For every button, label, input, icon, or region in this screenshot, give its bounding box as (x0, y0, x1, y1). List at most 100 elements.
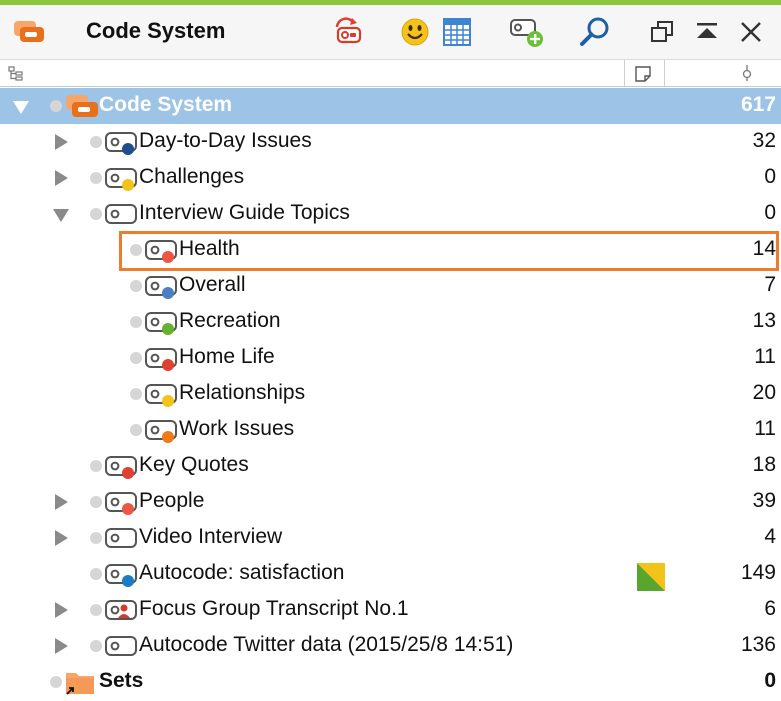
code-row[interactable]: Focus Group Transcript No.1 6 (0, 592, 781, 628)
search-button[interactable] (576, 13, 614, 51)
document-group-code-icon (104, 598, 138, 624)
expand-toggle-icon[interactable] (55, 134, 68, 150)
code-label: Relationships (179, 381, 306, 404)
code-icon (104, 634, 138, 660)
activation-dot[interactable] (90, 172, 102, 184)
activation-dot[interactable] (130, 244, 142, 256)
expand-toggle-icon[interactable] (55, 602, 68, 618)
code-count: 32 (752, 129, 776, 152)
close-icon (741, 22, 761, 42)
activation-dot[interactable] (50, 676, 62, 688)
code-row[interactable]: Autocode Twitter data (2015/25/8 14:51) 1… (0, 628, 781, 664)
collapse-toggle-icon[interactable] (53, 209, 69, 222)
activation-dot[interactable] (90, 568, 102, 580)
collapse-up-icon (697, 23, 717, 38)
expand-toggle-icon[interactable] (55, 638, 68, 654)
activate-codes-button[interactable] (329, 13, 367, 51)
tree-sets-count: 0 (764, 669, 776, 692)
code-row[interactable]: Work Issues 11 (0, 412, 781, 448)
code-icon (144, 274, 178, 300)
code-count: 20 (752, 381, 776, 404)
code-row[interactable]: Autocode: satisfaction 149 (0, 556, 781, 592)
code-row[interactable]: Recreation 13 (0, 304, 781, 340)
code-count: 7 (764, 273, 776, 296)
memo-column-icon[interactable] (634, 65, 652, 83)
code-icon (104, 526, 138, 552)
undock-window-icon (651, 21, 673, 42)
code-system-icon (64, 92, 98, 118)
code-count: 18 (752, 453, 776, 476)
code-label: Overall (179, 273, 246, 296)
code-matrix-icon (443, 18, 471, 46)
code-count: 14 (752, 237, 776, 260)
code-label: Home Life (179, 345, 275, 368)
tree-sets-row[interactable]: Sets 0 (0, 664, 781, 700)
activation-dot[interactable] (90, 532, 102, 544)
code-row[interactable]: Interview Guide Topics 0 (0, 196, 781, 232)
code-memo-icon[interactable] (637, 563, 665, 591)
code-icon (104, 454, 138, 480)
code-icon (104, 490, 138, 516)
activation-dot[interactable] (130, 424, 142, 436)
code-row[interactable]: Key Quotes 18 (0, 448, 781, 484)
code-row[interactable]: Home Life 11 (0, 340, 781, 376)
tree-root-count: 617 (740, 93, 776, 116)
tree-root-label: Code System (99, 93, 233, 116)
code-icon (144, 382, 178, 408)
code-row[interactable]: Day-to-Day Issues 32 (0, 124, 781, 160)
close-window-button[interactable] (732, 13, 770, 51)
activate-codes-icon (335, 17, 362, 44)
code-label: Key Quotes (139, 453, 249, 476)
code-count: 39 (752, 489, 776, 512)
code-row[interactable]: People 39 (0, 484, 781, 520)
window-header: Code System (0, 5, 781, 59)
activation-dot[interactable] (130, 352, 142, 364)
collapse-window-button[interactable] (688, 13, 726, 51)
new-code-icon (510, 19, 543, 47)
expand-toggle-icon[interactable] (55, 530, 68, 546)
expand-toggle-icon[interactable] (13, 101, 29, 114)
code-label: Recreation (179, 309, 281, 332)
tree-sets-label: Sets (99, 669, 144, 692)
code-icon (104, 130, 138, 156)
code-icon (104, 562, 138, 588)
new-code-button[interactable] (507, 13, 545, 51)
activation-dot[interactable] (90, 604, 102, 616)
activation-dot[interactable] (90, 136, 102, 148)
code-label: Autocode Twitter data (2015/25/8 14:51) (139, 633, 514, 656)
code-label: People (139, 489, 205, 512)
code-label: Focus Group Transcript No.1 (139, 597, 409, 620)
activation-dot[interactable] (90, 640, 102, 652)
code-row[interactable]: Video Interview 4 (0, 520, 781, 556)
code-label: Video Interview (139, 525, 283, 548)
code-row[interactable]: Challenges 0 (0, 160, 781, 196)
expand-toggle-icon[interactable] (55, 494, 68, 510)
code-matrix-button[interactable] (438, 13, 476, 51)
activation-dot[interactable] (130, 316, 142, 328)
emoticode-button[interactable] (396, 13, 434, 51)
activation-dot[interactable] (130, 280, 142, 292)
activation-dot[interactable] (90, 496, 102, 508)
code-icon (144, 238, 178, 264)
code-row[interactable]: Relationships 20 (0, 376, 781, 412)
code-icon (144, 418, 178, 444)
code-count: 136 (740, 633, 776, 656)
activation-dot[interactable] (90, 460, 102, 472)
activation-dot[interactable] (130, 388, 142, 400)
code-count: 13 (752, 309, 776, 332)
column-header (0, 59, 781, 87)
code-label: Autocode: satisfaction (139, 561, 345, 584)
expand-toggle-icon[interactable] (55, 170, 68, 186)
tree-root-code-system[interactable]: Code System 617 (0, 88, 781, 124)
code-row[interactable]: Health 14 (0, 232, 781, 268)
code-icon (104, 202, 138, 228)
code-row[interactable]: Overall 7 (0, 268, 781, 304)
code-label: Health (179, 237, 240, 260)
undock-window-button[interactable] (643, 13, 681, 51)
coded-segments-column-icon[interactable] (740, 64, 754, 82)
tree-structure-icon[interactable] (8, 66, 24, 82)
activation-dot[interactable] (50, 100, 62, 112)
search-icon (580, 17, 609, 46)
activation-dot[interactable] (90, 208, 102, 220)
code-icon (144, 346, 178, 372)
